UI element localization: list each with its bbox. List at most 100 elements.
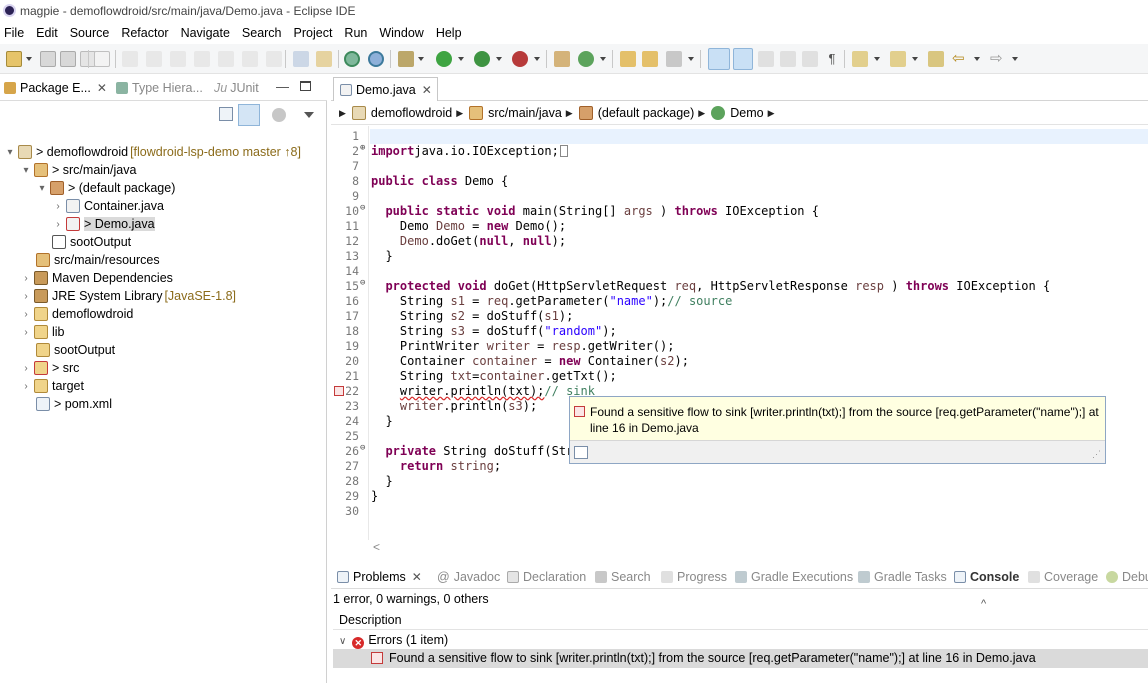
resize-grip-icon[interactable]: ⋰	[1092, 449, 1101, 460]
external-tools-icon[interactable]	[512, 51, 528, 67]
expand-arrow[interactable]: ▾	[4, 147, 16, 158]
save-all-icon[interactable]	[60, 51, 76, 67]
expand-arrow[interactable]: ›	[20, 291, 32, 302]
next-annotation-dropdown-icon[interactable]	[874, 57, 880, 61]
coverage-green-icon[interactable]	[344, 51, 360, 67]
expand-arrow[interactable]: ›	[20, 381, 32, 392]
tab-search[interactable]: Search	[595, 570, 651, 584]
code-editor[interactable]: 1 2 ⊕ 7 8 9 10 ⊖ 11 12 13 14 15 ⊖ 16 17 18 19 20 21 22 23 24 25…	[331, 126, 1148, 540]
breadcrumb-package[interactable]: (default package)	[598, 106, 695, 120]
mark-occurrences-icon[interactable]	[733, 48, 753, 70]
tab-javadoc[interactable]: @ Javadoc	[437, 570, 500, 584]
new-java-project-icon[interactable]	[554, 51, 570, 67]
tree-item-sootoutput[interactable]: sootOutput	[36, 341, 115, 359]
tab-gradle-tasks[interactable]: Gradle Tasks	[858, 570, 947, 584]
menu-run[interactable]: Run	[339, 26, 372, 40]
tab-progress[interactable]: Progress	[661, 570, 727, 584]
fold-collapse-icon[interactable]: ⊖	[360, 203, 365, 213]
column-description[interactable]: Description	[339, 613, 402, 627]
minimize-icon[interactable]: —	[276, 79, 289, 94]
tree-item-src-main-java[interactable]: ▾ > src/main/java	[20, 161, 136, 179]
expand-arrow[interactable]: ›	[20, 363, 32, 374]
menu-file[interactable]: File	[0, 26, 29, 40]
tree-item-maven-dependencies[interactable]: › Maven Dependencies	[20, 269, 173, 287]
breadcrumb-source-folder[interactable]: src/main/java	[488, 106, 562, 120]
breadcrumb-class[interactable]: Demo	[730, 106, 763, 120]
focus-on-active-task-icon[interactable]	[272, 108, 286, 122]
toggle-breadcrumb-icon[interactable]	[708, 48, 730, 70]
tree-item-container-java[interactable]: › Container.java	[52, 197, 164, 215]
step-return-icon[interactable]	[266, 51, 282, 67]
debug-icon[interactable]	[398, 51, 414, 67]
step-over-icon[interactable]	[242, 51, 258, 67]
previous-annotation-dropdown-icon[interactable]	[912, 57, 918, 61]
back-dropdown-icon[interactable]	[974, 57, 980, 61]
coverage-dropdown-icon[interactable]	[496, 57, 502, 61]
tab-demo-java[interactable]: Demo.java ✕	[333, 77, 438, 101]
fold-collapse-icon[interactable]: ⊖	[360, 278, 365, 288]
next-annotation-icon[interactable]	[852, 51, 868, 67]
chevron-right-icon[interactable]: ▶	[768, 108, 775, 119]
coverage-blue-icon[interactable]	[368, 51, 384, 67]
breadcrumb-project[interactable]: demoflowdroid	[371, 106, 452, 120]
last-edit-location-icon[interactable]	[928, 51, 944, 67]
open-type-icon[interactable]	[620, 51, 636, 67]
close-icon[interactable]: ✕	[97, 81, 107, 95]
expand-arrow[interactable]: ›	[52, 219, 64, 230]
tab-type-hierarchy[interactable]: Type Hiera...	[116, 81, 203, 95]
new-class-icon[interactable]	[578, 51, 594, 67]
search-dropdown-icon[interactable]	[688, 57, 694, 61]
fold-expand-icon[interactable]: ⊕	[360, 143, 365, 153]
tab-package-explorer[interactable]: Package E... ✕	[4, 81, 107, 95]
skip-breakpoints-icon[interactable]	[94, 51, 110, 67]
view-menu-icon[interactable]	[304, 112, 314, 118]
chevron-right-icon[interactable]: ▶	[566, 108, 573, 119]
show-whitespace-icon[interactable]	[802, 51, 818, 67]
step-into-icon[interactable]	[218, 51, 234, 67]
expand-arrow[interactable]: ›	[20, 327, 32, 338]
expand-arrow[interactable]: ▾	[36, 183, 48, 194]
fold-collapse-icon[interactable]: ⊖	[360, 443, 365, 453]
tab-junit[interactable]: Ju JUnit	[214, 81, 259, 95]
tree-item-default-package[interactable]: ▾ > (default package)	[36, 179, 175, 197]
expand-arrow[interactable]: ›	[20, 273, 32, 284]
menu-edit[interactable]: Edit	[31, 26, 63, 40]
terminate-icon[interactable]	[170, 51, 186, 67]
tab-console[interactable]: Console	[954, 570, 1019, 584]
previous-annotation-icon[interactable]	[890, 51, 906, 67]
coverage-run-icon[interactable]	[474, 51, 490, 67]
chevron-right-icon[interactable]: ▶	[456, 108, 463, 119]
back-icon[interactable]: ⇦	[952, 51, 968, 67]
errors-group-row[interactable]: ∨ ✕ Errors (1 item)	[339, 633, 448, 649]
new-dropdown-icon[interactable]	[26, 57, 32, 61]
block-selection-icon[interactable]	[758, 51, 774, 67]
horizontal-scrollbar[interactable]: <	[331, 540, 1148, 556]
close-icon[interactable]: ✕	[412, 570, 422, 584]
menu-window[interactable]: Window	[374, 26, 428, 40]
disconnect-icon[interactable]	[194, 51, 210, 67]
tree-item-pom-xml[interactable]: > pom.xml	[36, 395, 112, 413]
tree-item-sootoutput-inner[interactable]: sootOutput	[52, 233, 131, 251]
forward-dropdown-icon[interactable]	[1012, 57, 1018, 61]
suspend-icon[interactable]	[146, 51, 162, 67]
tab-declaration[interactable]: Declaration	[507, 570, 586, 584]
tree-item-src-main-resources[interactable]: src/main/resources	[36, 251, 160, 269]
use-step-filters-icon[interactable]	[293, 51, 309, 67]
menu-help[interactable]: Help	[431, 26, 467, 40]
chevron-right-icon[interactable]: ▶	[698, 108, 705, 119]
quick-fix-icon[interactable]	[574, 446, 588, 459]
tree-item-target[interactable]: › target	[20, 377, 84, 395]
tab-coverage[interactable]: Coverage	[1028, 570, 1098, 584]
link-with-editor-icon[interactable]	[238, 104, 260, 126]
scroll-left-icon[interactable]: <	[373, 540, 380, 554]
tree-item-lib[interactable]: › lib	[20, 323, 65, 341]
run-icon[interactable]	[436, 51, 452, 67]
new-class-dropdown-icon[interactable]	[600, 57, 606, 61]
open-task-icon[interactable]	[642, 51, 658, 67]
new-icon[interactable]	[6, 51, 22, 67]
word-wrap-icon[interactable]	[780, 51, 796, 67]
menu-project[interactable]: Project	[289, 26, 338, 40]
tree-item-src[interactable]: › > src	[20, 359, 79, 377]
close-icon[interactable]: ✕	[422, 83, 432, 97]
tree-item-demo-java[interactable]: › > Demo.java	[52, 215, 155, 233]
